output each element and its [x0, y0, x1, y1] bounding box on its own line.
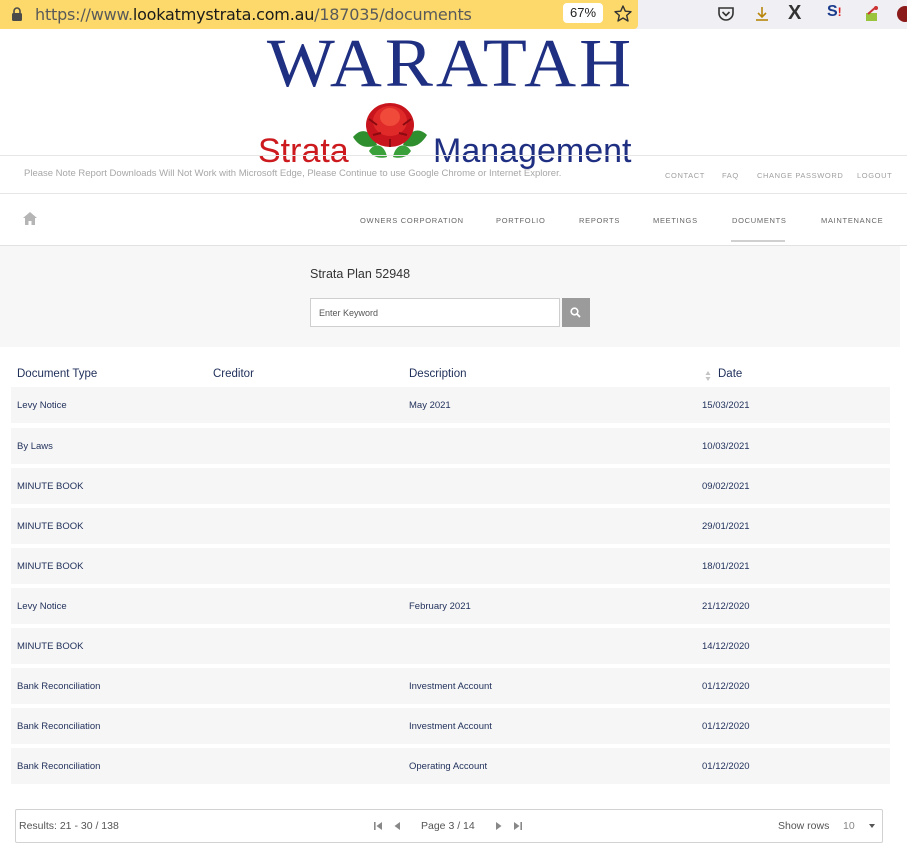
pagination-bar: Results: 21 - 30 / 138 Page 3 / 14 Show … [15, 809, 883, 843]
cell-date: 29/01/2021 [702, 521, 750, 532]
search-panel: Strata Plan 52948 [0, 246, 900, 347]
table-row[interactable]: By Laws 10/03/2021 [11, 428, 890, 464]
url-prefix: https://www. [35, 5, 133, 24]
header-description[interactable]: Description [409, 368, 467, 380]
table-row[interactable]: MINUTE BOOK 14/12/2020 [11, 628, 890, 664]
nav-owners-corporation[interactable]: OWNERS CORPORATION [360, 216, 464, 225]
cell-document-type: Bank Reconciliation [17, 721, 101, 732]
sort-icon[interactable] [705, 370, 711, 382]
keyword-search-input[interactable] [310, 298, 560, 327]
pocket-icon[interactable] [716, 4, 736, 24]
cell-document-type: Bank Reconciliation [17, 681, 101, 692]
strata-plan-title: Strata Plan 52948 [310, 267, 411, 281]
contact-link[interactable]: CONTACT [665, 171, 705, 180]
page-indicator: Page 3 / 14 [421, 820, 475, 832]
cell-date: 01/12/2020 [702, 721, 750, 732]
nav-documents[interactable]: DOCUMENTS [732, 216, 787, 225]
active-tab-indicator [731, 240, 785, 242]
cell-date: 15/03/2021 [702, 400, 750, 411]
table-row[interactable]: MINUTE BOOK 29/01/2021 [11, 508, 890, 544]
s-extension-label: S [827, 3, 838, 20]
cell-document-type: By Laws [17, 441, 53, 452]
cell-document-type: Levy Notice [17, 400, 67, 411]
cell-document-type: MINUTE BOOK [17, 481, 84, 492]
logout-link[interactable]: LOGOUT [857, 171, 892, 180]
browser-notice: Please Note Report Downloads Will Not Wo… [24, 168, 562, 179]
header-document-type[interactable]: Document Type [17, 368, 97, 380]
nav-maintenance[interactable]: MAINTENANCE [821, 216, 883, 225]
extension-badge-icon[interactable] [895, 4, 907, 24]
zoom-level-button[interactable]: 67% [563, 3, 603, 23]
cell-description: Investment Account [409, 721, 492, 732]
cell-date: 01/12/2020 [702, 681, 750, 692]
nav-meetings[interactable]: MEETINGS [653, 216, 698, 225]
show-rows-label: Show rows [778, 820, 830, 832]
cell-date: 09/02/2021 [702, 481, 750, 492]
next-page-icon[interactable] [494, 821, 504, 831]
cell-description: February 2021 [409, 601, 471, 612]
cell-date: 18/01/2021 [702, 561, 750, 572]
cell-date: 21/12/2020 [702, 601, 750, 612]
table-row[interactable]: Bank Reconciliation Investment Account 0… [11, 708, 890, 744]
downloads-icon[interactable] [752, 4, 772, 24]
nav-reports[interactable]: REPORTS [579, 216, 620, 225]
url-path: /187035/documents [314, 5, 472, 24]
table-row[interactable]: MINUTE BOOK 09/02/2021 [11, 468, 890, 504]
search-button[interactable] [562, 298, 590, 327]
cell-description: Investment Account [409, 681, 492, 692]
cell-document-type: MINUTE BOOK [17, 521, 84, 532]
table-row[interactable]: Bank Reconciliation Investment Account 0… [11, 668, 890, 704]
nav-portfolio[interactable]: PORTFOLIO [496, 216, 546, 225]
bookmark-star-icon[interactable] [613, 4, 633, 24]
cell-date: 14/12/2020 [702, 641, 750, 652]
table-row[interactable]: Bank Reconciliation Operating Account 01… [11, 748, 890, 784]
table-row[interactable]: MINUTE BOOK 18/01/2021 [11, 548, 890, 584]
main-navigation: OWNERS CORPORATION PORTFOLIO REPORTS MEE… [0, 193, 907, 246]
x-extension-icon[interactable]: X [788, 2, 808, 24]
chevron-down-icon[interactable] [869, 824, 875, 828]
header-creditor[interactable]: Creditor [213, 368, 254, 380]
first-page-icon[interactable] [373, 821, 383, 831]
url-text[interactable]: https://www.lookatmystrata.com.au/187035… [35, 5, 472, 24]
cell-document-type: MINUTE BOOK [17, 561, 84, 572]
s-extension-icon[interactable]: S! [827, 3, 847, 23]
change-password-link[interactable]: CHANGE PASSWORD [757, 171, 843, 180]
waratah-logo[interactable]: WARATAH Strata Management [257, 25, 644, 168]
cell-description: Operating Account [409, 761, 488, 772]
lock-icon[interactable] [9, 6, 25, 22]
url-domain: lookatmystrata.com.au [132, 5, 315, 24]
pdf-extension-icon[interactable] [862, 4, 882, 24]
cell-date: 10/03/2021 [702, 441, 750, 452]
header-date[interactable]: Date [718, 368, 742, 380]
cell-description: May 2021 [409, 400, 451, 411]
table-row[interactable]: Levy Notice May 2021 15/03/2021 [11, 387, 890, 423]
previous-page-icon[interactable] [392, 821, 402, 831]
notice-bar: Please Note Report Downloads Will Not Wo… [0, 155, 907, 194]
faq-link[interactable]: FAQ [722, 171, 739, 180]
logo-title: WARATAH [266, 25, 635, 101]
cell-document-type: MINUTE BOOK [17, 641, 84, 652]
table-row[interactable]: Levy Notice February 2021 21/12/2020 [11, 588, 890, 624]
waratah-flower-icon [353, 103, 427, 158]
results-count: Results: 21 - 30 / 138 [19, 820, 119, 832]
last-page-icon[interactable] [513, 821, 523, 831]
cell-document-type: Levy Notice [17, 601, 67, 612]
cell-date: 01/12/2020 [702, 761, 750, 772]
rows-per-page-select[interactable]: 10 [843, 820, 855, 832]
search-icon [570, 307, 581, 318]
cell-document-type: Bank Reconciliation [17, 761, 101, 772]
home-icon[interactable] [23, 212, 37, 225]
